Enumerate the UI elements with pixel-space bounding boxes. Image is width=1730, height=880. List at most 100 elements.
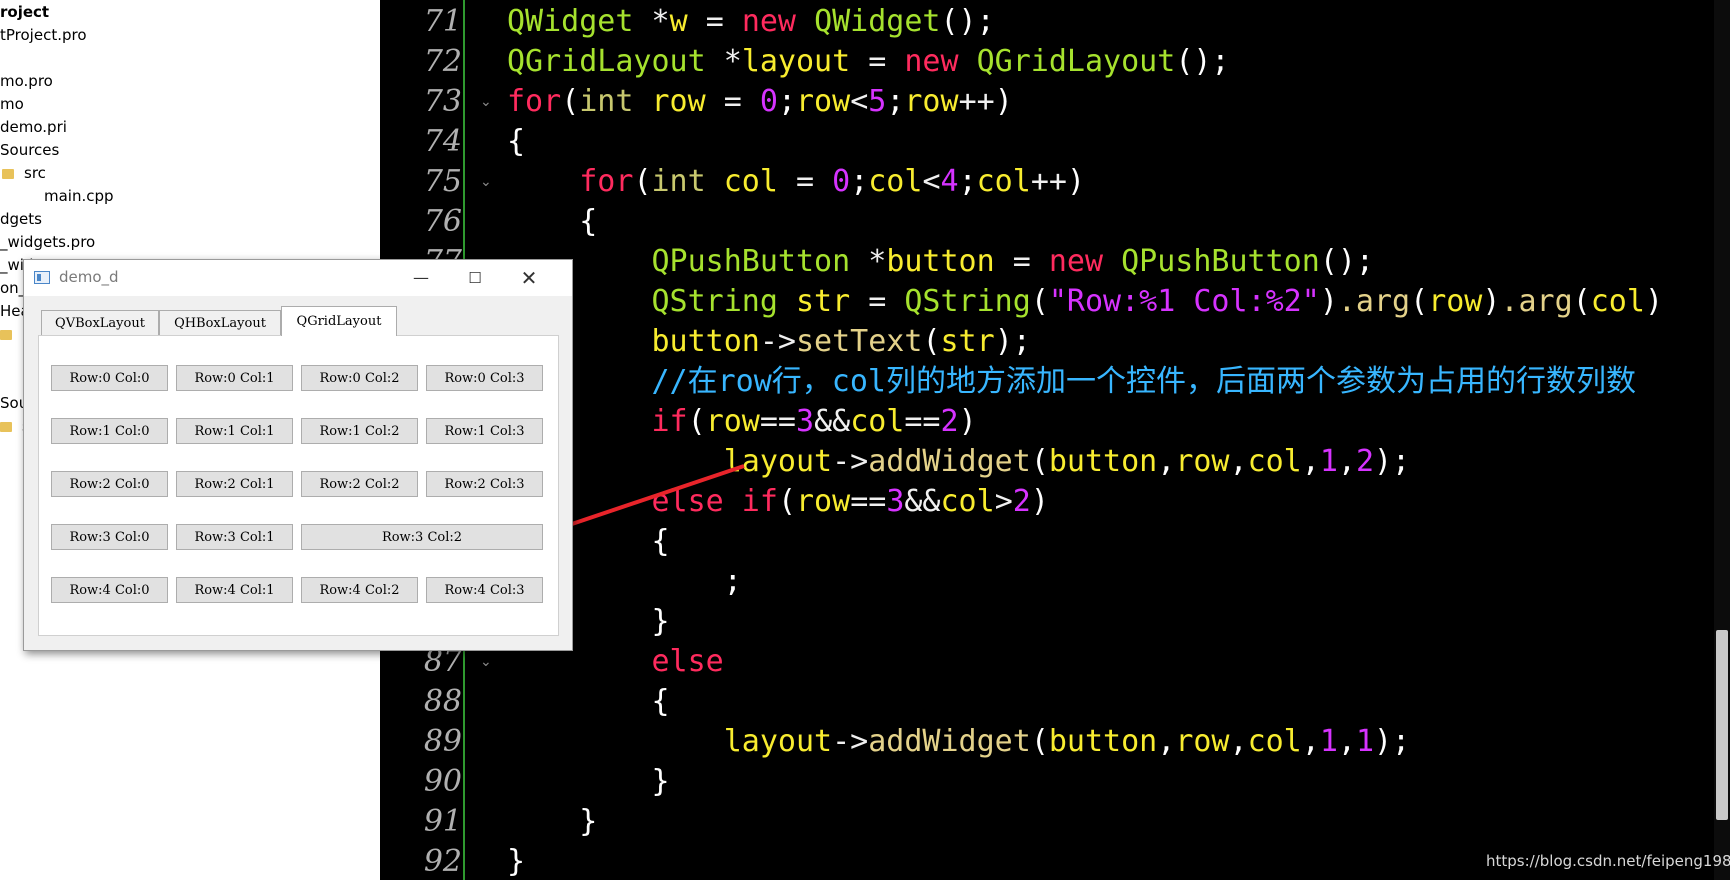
code-line[interactable]: QPushButton *button = new QPushButton(); (507, 242, 1375, 282)
code-line[interactable]: layout->addWidget(button,row,col,1,2); (507, 442, 1410, 482)
demo-window[interactable]: demo_d — ☐ ✕ QVBoxLayout QHBoxLayout QGr… (23, 259, 573, 651)
fold-chevron-icon[interactable]: ⌄ (480, 82, 494, 122)
code-token: < (922, 164, 941, 199)
code-line[interactable]: if(row==3&&col==2) (507, 402, 977, 442)
tree-item[interactable]: mo (0, 93, 24, 116)
line-number: 74 (423, 124, 462, 159)
grid-push-button[interactable]: Row:2 Col:0 (51, 471, 168, 497)
tab-qgridlayout[interactable]: QGridLayout (281, 306, 397, 336)
code-line[interactable]: for(int row = 0;row<5;row++) (507, 82, 1013, 122)
grid-push-button[interactable]: Row:0 Col:2 (301, 365, 418, 391)
code-token: 1 (1319, 444, 1338, 479)
code-line[interactable]: QGridLayout *layout = new QGridLayout(); (507, 42, 1230, 82)
code-token: (); (1319, 244, 1374, 279)
code-line[interactable]: button->setText(str); (507, 322, 1031, 362)
code-token: button (1048, 724, 1158, 759)
code-token: else if (651, 484, 778, 519)
window-title: demo_d (59, 268, 119, 286)
fold-chevron-icon[interactable]: ⌄ (480, 162, 494, 202)
code-token: 3 (796, 404, 815, 439)
code-token: QGridLayout (507, 44, 724, 79)
grid-push-button[interactable]: Row:1 Col:1 (176, 418, 293, 444)
tree-item[interactable]: mo.pro (0, 70, 53, 93)
line-number: 92 (423, 844, 462, 879)
grid-push-button[interactable]: Row:3 Col:2 (301, 524, 543, 550)
tree-item[interactable]: roject (0, 1, 49, 24)
code-line[interactable]: //在row行，col列的地方添加一个控件，后面两个参数为占用的行数列数 (507, 362, 1637, 402)
grid-push-button[interactable]: Row:2 Col:2 (301, 471, 418, 497)
grid-push-button[interactable]: Row:0 Col:3 (426, 365, 543, 391)
code-token: && (814, 404, 851, 439)
code-line[interactable]: else if(row==3&&col>2) (507, 482, 1049, 522)
tree-item-label: dgets (0, 210, 42, 228)
tree-item[interactable]: main.cpp (44, 185, 114, 208)
tree-item[interactable]: Sources (0, 139, 59, 162)
code-token: = (1012, 244, 1049, 279)
grid-push-button[interactable]: Row:0 Col:1 (176, 365, 293, 391)
minimize-button[interactable]: — (394, 260, 448, 296)
grid-push-button[interactable]: Row:4 Col:0 (51, 577, 168, 603)
code-editor[interactable]: 71727374757677878889909192 QWidget *w = … (380, 0, 1730, 880)
tree-item-label: mo (0, 95, 24, 113)
grid-push-button[interactable]: Row:3 Col:0 (51, 524, 168, 550)
code-token: col (868, 164, 923, 199)
code-token: * (868, 244, 887, 279)
code-line[interactable]: QString str = QString("Row:%1 Col:%2").a… (507, 282, 1664, 322)
grid-push-button[interactable]: Row:4 Col:2 (301, 577, 418, 603)
tree-item[interactable]: src (2, 162, 46, 185)
grid-push-button[interactable]: Row:1 Col:3 (426, 418, 543, 444)
code-token: "Row:%1 Col:%2" (1048, 284, 1320, 319)
tree-item[interactable]: tProject.pro (0, 24, 87, 47)
line-number: 72 (423, 44, 462, 79)
code-line[interactable]: { (507, 122, 525, 162)
folder-icon (0, 421, 12, 432)
code-token: -> (832, 724, 869, 759)
grid-push-button[interactable]: Row:1 Col:2 (301, 418, 418, 444)
code-token: , (1337, 724, 1356, 759)
code-line[interactable]: { (507, 202, 597, 242)
code-line[interactable]: } (507, 762, 670, 802)
maximize-button[interactable]: ☐ (448, 260, 502, 296)
tree-item[interactable]: demo.pri (0, 116, 67, 139)
code-token: ) (1030, 484, 1049, 519)
editor-scrollbar-thumb[interactable] (1716, 630, 1728, 820)
code-token: && (904, 484, 941, 519)
grid-push-button[interactable]: Row:0 Col:0 (51, 365, 168, 391)
code-token: int (579, 84, 652, 119)
code-token: ( (687, 404, 706, 439)
tree-item[interactable]: dgets (0, 208, 42, 231)
code-token: { (579, 204, 598, 239)
code-line[interactable]: layout->addWidget(button,row,col,1,1); (507, 722, 1410, 762)
code-line[interactable]: } (507, 842, 525, 880)
tree-item[interactable]: _widgets.pro (0, 231, 95, 254)
code-token: { (651, 684, 670, 719)
folder-icon (0, 329, 12, 340)
code-line[interactable]: } (507, 802, 597, 842)
grid-push-button[interactable]: Row:4 Col:3 (426, 577, 543, 603)
grid-push-button[interactable]: Row:2 Col:1 (176, 471, 293, 497)
grid-push-button[interactable]: Row:1 Col:0 (51, 418, 168, 444)
code-token: } (579, 804, 598, 839)
code-token: ( (633, 164, 652, 199)
tab-qvboxlayout[interactable]: QVBoxLayout (41, 310, 159, 335)
line-number: 76 (423, 204, 462, 239)
code-token: 1 (1355, 724, 1374, 759)
tab-qhboxlayout[interactable]: QHBoxLayout (159, 310, 281, 335)
code-line[interactable]: for(int col = 0;col<4;col++) (507, 162, 1085, 202)
window-titlebar[interactable]: demo_d — ☐ ✕ (24, 260, 572, 296)
grid-push-button[interactable]: Row:3 Col:1 (176, 524, 293, 550)
code-line[interactable]: { (507, 682, 670, 722)
code-token: button (886, 244, 1013, 279)
code-token: ) (1644, 284, 1663, 319)
grid-push-button[interactable]: Row:4 Col:1 (176, 577, 293, 603)
code-line[interactable]: QWidget *w = new QWidget(); (507, 2, 995, 42)
grid-push-button[interactable]: Row:2 Col:3 (426, 471, 543, 497)
code-token: QWidget (507, 4, 652, 39)
code-token: QString (904, 284, 1031, 319)
code-token: QGridLayout (976, 44, 1176, 79)
code-token: ( (1410, 284, 1429, 319)
code-token: ( (1030, 284, 1049, 319)
close-button[interactable]: ✕ (502, 260, 556, 296)
